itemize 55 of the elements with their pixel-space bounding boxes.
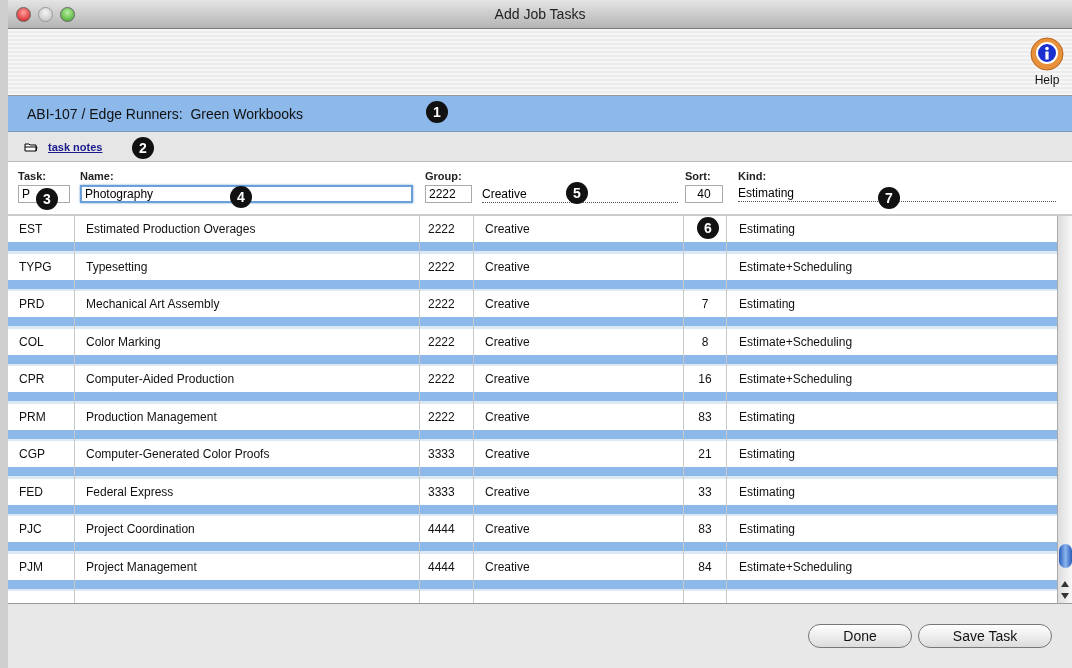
table-cell: CPR (8, 366, 75, 404)
table-cell: 4444 (420, 516, 474, 554)
table-cell: EST (8, 216, 75, 254)
table-cell: 21 (684, 441, 727, 479)
table-cell-text: Estimating (738, 521, 797, 538)
table-cell-text: Estimating (738, 483, 797, 501)
table-cell: 2222 (420, 216, 474, 254)
table-cell-text: Estimate+Scheduling (738, 371, 854, 388)
table-cell: Computer-Aided Production (75, 366, 420, 404)
table-cell: 2222 (420, 366, 474, 404)
job-title: ABI-107 / Edge Runners: Green Workbooks (27, 105, 303, 122)
table-cell: Mechanical Art Assembly (75, 291, 420, 329)
table-cell: Project Coordination (75, 516, 420, 554)
table-cell: Creative (474, 216, 684, 254)
field-label: Sort: (685, 170, 712, 182)
help-button[interactable]: Help (1030, 37, 1064, 87)
table-cell: 83 (684, 516, 727, 554)
table-cell: CGP (8, 441, 75, 479)
table-cell-text: Estimate+Scheduling (738, 333, 854, 351)
task-notes-link[interactable]: task notes (48, 140, 103, 153)
table-cell: Creative (474, 441, 684, 479)
table-cell: PRD (8, 291, 75, 329)
table-cell-text: Estimating (738, 296, 797, 313)
zoom-button[interactable] (60, 6, 75, 22)
table-cell-text: Estimate+Scheduling (738, 558, 854, 576)
table-cell: 7 (684, 291, 727, 329)
scroll-thumb[interactable] (1059, 544, 1072, 568)
table-cell: 3333 (420, 441, 474, 479)
table-cell: Creative (474, 291, 684, 329)
table-cell-text: Estimate+Scheduling (738, 258, 854, 276)
scroll-arrows-icon[interactable] (1060, 579, 1070, 601)
sort-field[interactable]: 40 (685, 185, 723, 203)
table-cell-text: Estimating (738, 446, 797, 463)
field-label: Group: (425, 170, 463, 182)
window-title: Add Job Tasks (494, 6, 586, 22)
table-cell-text: Estimating (738, 221, 797, 238)
group-code-field[interactable]: 2222 (425, 185, 472, 203)
table-cell: 16 (684, 366, 727, 404)
info-icon (1030, 37, 1064, 71)
table-cell: 2222 (420, 291, 474, 329)
field-label: Name: (80, 170, 115, 182)
table-cell-text: Estimating (738, 408, 797, 426)
footer-button[interactable]: Done (808, 624, 912, 648)
footer-button[interactable]: Save Task (918, 624, 1052, 648)
minimize-button[interactable] (38, 6, 53, 22)
folder-icon (24, 141, 38, 152)
table-cell: Estimated Production Overages (75, 216, 420, 254)
field-label: Kind: (738, 170, 768, 182)
table-cell: PJC (8, 516, 75, 554)
close-button[interactable] (16, 6, 31, 22)
scrollbar[interactable] (1057, 216, 1072, 603)
field-label: Task: (18, 170, 47, 182)
table-cell: Creative (474, 366, 684, 404)
table-cell: Creative (474, 516, 684, 554)
table-cell: Computer-Generated Color Proofs (75, 441, 420, 479)
